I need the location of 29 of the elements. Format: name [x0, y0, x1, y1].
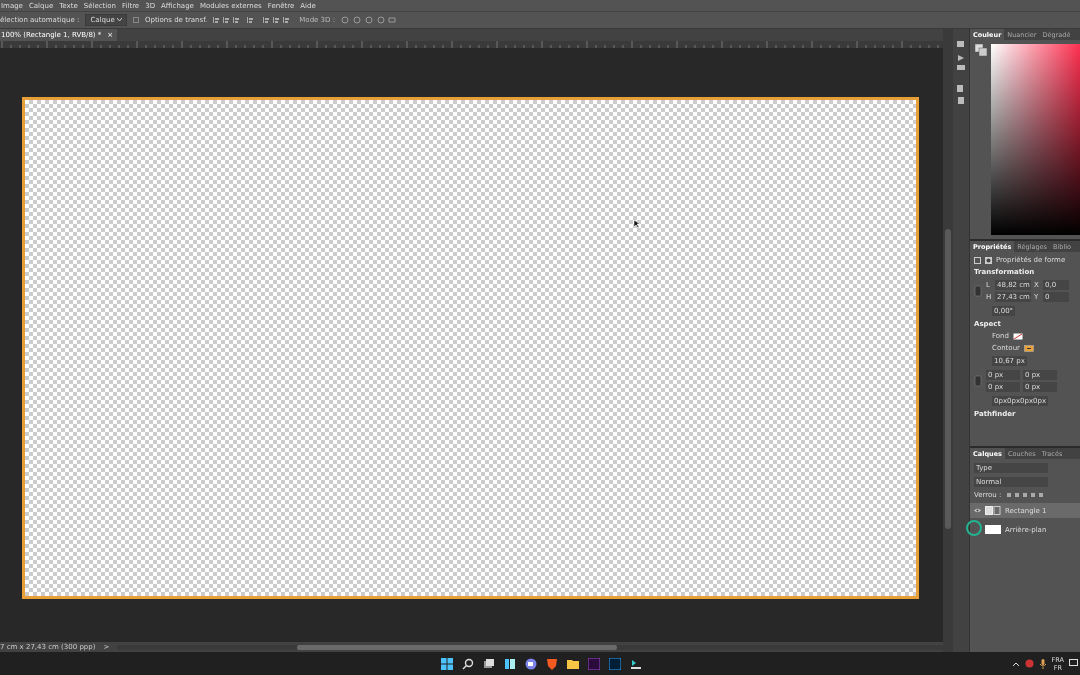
scrollbar-thumb[interactable] — [297, 644, 618, 650]
folder-icon[interactable] — [567, 657, 579, 670]
shape-icon — [974, 256, 981, 264]
3d-tool-icons-drawing[interactable] — [341, 16, 398, 24]
color-picker-field[interactable] — [991, 44, 1080, 235]
checkbox[interactable] — [132, 17, 139, 23]
microphone-icon[interactable] — [1038, 658, 1047, 669]
move-cursor-icon — [634, 220, 642, 229]
app-tray-icon[interactable] — [1024, 659, 1034, 668]
mask-icon — [985, 256, 992, 264]
color-swatches-icon[interactable] — [975, 44, 987, 56]
terminal-icon[interactable] — [630, 657, 642, 670]
search-icon[interactable] — [462, 657, 474, 670]
shield-icon[interactable] — [546, 657, 558, 670]
eye-icon[interactable] — [973, 508, 981, 513]
shape-layer-thumbnail-icon — [985, 506, 1001, 515]
task-view-icon[interactable] — [483, 657, 495, 670]
app-icon[interactable] — [588, 657, 600, 670]
stroke-swatch-icon[interactable] — [1023, 344, 1034, 352]
no-fill-swatch-icon[interactable] — [1012, 332, 1023, 340]
chat-icon[interactable] — [525, 657, 537, 670]
scrollbar-thumb[interactable] — [945, 229, 951, 529]
caret-icon — [116, 18, 122, 22]
photoshop-app-icon[interactable] — [609, 657, 621, 670]
widgets-icon[interactable] — [504, 657, 516, 670]
lock-icons-drawing[interactable] — [1005, 492, 1046, 498]
windows-start-icon[interactable] — [441, 657, 453, 670]
monitor-icon[interactable] — [1069, 659, 1078, 668]
layer-thumbnail — [985, 525, 1001, 534]
